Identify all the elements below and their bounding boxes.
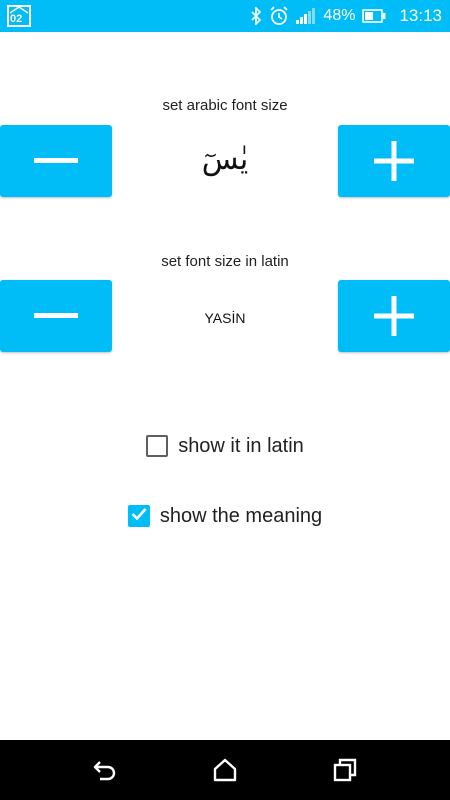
latin-font-size-label: set font size in latin bbox=[161, 253, 289, 270]
arabic-font-size-label: set arabic font size bbox=[162, 97, 288, 114]
latin-preview-text: YASİN bbox=[204, 310, 246, 326]
status-icons: 48% 13:13 bbox=[250, 0, 442, 32]
battery-percent: 48% bbox=[323, 7, 356, 24]
bluetooth-icon bbox=[250, 7, 262, 25]
arabic-increase-button[interactable] bbox=[338, 125, 450, 197]
latin-increase-button[interactable] bbox=[338, 280, 450, 352]
minus-icon bbox=[34, 313, 78, 319]
plus-icon bbox=[374, 141, 414, 181]
app-badge-number: 02 bbox=[10, 13, 23, 25]
checkmark-icon bbox=[131, 507, 147, 526]
show-in-latin-checkbox[interactable] bbox=[146, 435, 169, 457]
latin-decrease-button[interactable] bbox=[0, 280, 112, 352]
status-bar: 02 48% 13:13 bbox=[0, 0, 450, 32]
show-meaning-label[interactable]: show the meaning bbox=[160, 505, 322, 528]
show-in-latin-option[interactable]: show it in latin bbox=[0, 428, 450, 464]
battery-icon bbox=[362, 9, 386, 23]
plus-icon bbox=[374, 296, 414, 336]
app-notification-icon: 02 bbox=[7, 5, 31, 27]
navigation-bar bbox=[0, 740, 450, 800]
home-icon[interactable] bbox=[212, 757, 238, 783]
back-icon[interactable] bbox=[92, 757, 118, 783]
alarm-icon bbox=[269, 6, 289, 26]
minus-icon bbox=[34, 158, 78, 164]
arabic-preview-text: يٰسٓ bbox=[201, 142, 249, 177]
show-in-latin-label[interactable]: show it in latin bbox=[178, 435, 304, 458]
show-meaning-option[interactable]: show the meaning bbox=[0, 498, 450, 534]
clock: 13:13 bbox=[399, 6, 442, 25]
recents-icon[interactable] bbox=[332, 757, 358, 783]
arabic-decrease-button[interactable] bbox=[0, 125, 112, 197]
signal-icon bbox=[296, 8, 316, 24]
show-meaning-checkbox[interactable] bbox=[127, 505, 150, 527]
